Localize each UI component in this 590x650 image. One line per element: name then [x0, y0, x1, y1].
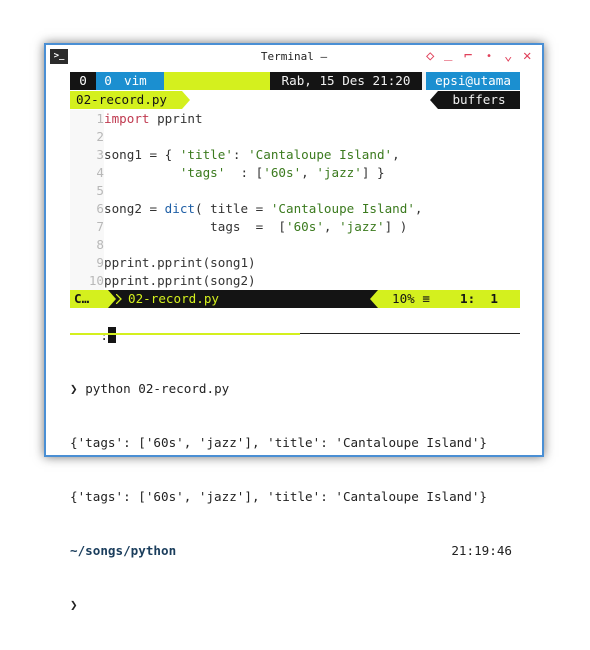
line-number: 1: [70, 110, 104, 128]
code-token: 'jazz': [339, 219, 385, 234]
powerline-left-icon: [370, 290, 378, 308]
line-number: 6: [70, 200, 104, 218]
code-token: '60s': [285, 219, 324, 234]
powerline-separator-icon: [108, 290, 116, 308]
text-cursor: [107, 327, 116, 343]
code-text: pprint.pprint(song2): [104, 272, 256, 290]
code-line: 9 pprint.pprint(song1): [46, 254, 542, 272]
line-number: 8: [70, 236, 104, 254]
code-token: :: [232, 147, 249, 162]
code-line: 1 import pprint: [46, 110, 542, 128]
code-text: song1 = { 'title': 'Cantaloupe Island',: [104, 146, 400, 164]
code-editor[interactable]: 1 import pprint 2 3 song1 = { 'title': 'Cant…: [46, 110, 542, 290]
code-token: pprint: [149, 111, 203, 126]
line-number: 3: [70, 146, 104, 164]
code-token: ( title =: [195, 201, 271, 216]
shell-output-line: {'tags': ['60s', 'jazz'], 'title': 'Cant…: [70, 489, 488, 504]
code-token: ,: [392, 147, 400, 162]
code-text: song2 = dict( title = 'Cantaloupe Island…: [104, 200, 423, 218]
code-token: song1 = {: [104, 147, 180, 162]
code-line: 10 pprint.pprint(song2): [46, 272, 542, 290]
shell-prompt-line: ~/songs/python 21:19:46: [70, 542, 520, 560]
prompt-icon: ❯: [70, 381, 78, 396]
code-token: ] }: [361, 165, 385, 180]
tmux-status-fill: [164, 72, 270, 90]
title-bar: >_ Terminal – ◇ _ ⌐ • ⌄ ✕: [46, 45, 542, 69]
diamond-icon[interactable]: ◇: [426, 48, 434, 64]
powerline-thin-icon: [116, 294, 122, 304]
code-token: pprint.pprint(song1): [104, 255, 256, 270]
shell-pane[interactable]: ❯ python 02-record.py {'tags': ['60s', '…: [70, 344, 520, 650]
prompt-time: 21:19:46: [451, 543, 512, 558]
buffer-tab-active[interactable]: 02-record.py: [70, 91, 182, 109]
code-text: pprint.pprint(song1): [104, 254, 256, 272]
tmux-host: epsi@utama: [426, 72, 520, 90]
shell-command: python 02-record.py: [85, 381, 230, 396]
code-token: 'tags': [179, 165, 226, 180]
code-token: ,: [301, 165, 317, 180]
maximize-icon[interactable]: ⌐: [464, 48, 472, 64]
code-line: 7 tags = ['60s', 'jazz'] ): [46, 218, 542, 236]
code-token: : [: [225, 165, 264, 180]
code-token: ,: [414, 201, 423, 216]
minimize-icon[interactable]: _: [444, 45, 452, 61]
code-line: 8: [46, 236, 542, 254]
code-token: 'title': [179, 147, 233, 162]
chevron-down-icon[interactable]: ⌄: [504, 48, 512, 64]
terminal-window: >_ Terminal – ◇ _ ⌐ • ⌄ ✕ 0 0 vim Rab, 1…: [44, 43, 544, 612]
code-token: import: [104, 111, 150, 126]
cmdline-colon: :: [100, 328, 108, 343]
code-line: 6 song2 = dict( title = 'Cantaloupe Islan…: [46, 200, 542, 218]
tmux-bar: 0 0 vim Rab, 15 Des 21:20 epsi@utama: [70, 72, 520, 90]
status-cursor-position: 1: 1: [450, 290, 520, 308]
line-number: 7: [70, 218, 104, 236]
pane-divider[interactable]: [300, 333, 520, 334]
path-dir: python: [130, 543, 177, 558]
tmux-window-index[interactable]: 0: [96, 72, 120, 90]
prompt-icon: ❯: [70, 597, 78, 612]
code-line: 5: [46, 182, 542, 200]
code-token: dict: [164, 201, 196, 216]
code-token: 'Cantaloupe Island': [248, 147, 393, 162]
code-token: 'Cantaloupe Island': [270, 201, 415, 216]
bufferline: 02-record.py buffers: [70, 91, 520, 109]
tmux-window-0[interactable]: 0: [70, 72, 96, 90]
powerline-left-icon: [430, 91, 438, 109]
code-text: import pprint: [104, 110, 203, 128]
line-number: 2: [70, 128, 104, 146]
code-token: 'jazz': [316, 165, 362, 180]
close-icon[interactable]: ✕: [523, 48, 531, 64]
code-line: 4 'tags' : ['60s', 'jazz'] }: [46, 164, 542, 182]
code-token: tags = [: [104, 219, 286, 234]
dot-icon[interactable]: •: [486, 51, 492, 62]
code-text: tags = ['60s', 'jazz'] ): [104, 218, 407, 236]
vim-statusline: C… 02-record.py 10% ≡ 1: 1: [70, 290, 520, 308]
line-number: 5: [70, 182, 104, 200]
status-filename: 02-record.py: [128, 291, 219, 306]
line-number: 10: [70, 272, 104, 290]
status-percent: 10% ≡: [378, 290, 450, 308]
line-number: 9: [70, 254, 104, 272]
powerline-separator-icon: [182, 91, 190, 109]
code-token: pprint.pprint(song2): [104, 273, 256, 288]
path-prefix: ~/songs/: [70, 543, 131, 558]
code-text: 'tags' : ['60s', 'jazz'] }: [104, 164, 385, 182]
code-token: ] ): [384, 219, 408, 234]
shell-command-line: ❯ python 02-record.py: [70, 380, 520, 398]
tmux-datetime: Rab, 15 Des 21:20: [270, 72, 422, 90]
line-number: 4: [70, 164, 104, 182]
code-line: 3 song1 = { 'title': 'Cantaloupe Island',: [46, 146, 542, 164]
vim-mode: C…: [70, 290, 108, 308]
code-line: 2: [46, 128, 542, 146]
pane-divider-active[interactable]: [70, 333, 300, 335]
buffers-label: buffers: [438, 91, 520, 109]
code-token: song2 =: [104, 201, 165, 216]
code-token: '60s': [263, 165, 302, 180]
shell-output-line: {'tags': ['60s', 'jazz'], 'title': 'Cant…: [70, 435, 488, 450]
code-token: ,: [323, 219, 340, 234]
tmux-window-vim[interactable]: vim: [120, 72, 164, 90]
